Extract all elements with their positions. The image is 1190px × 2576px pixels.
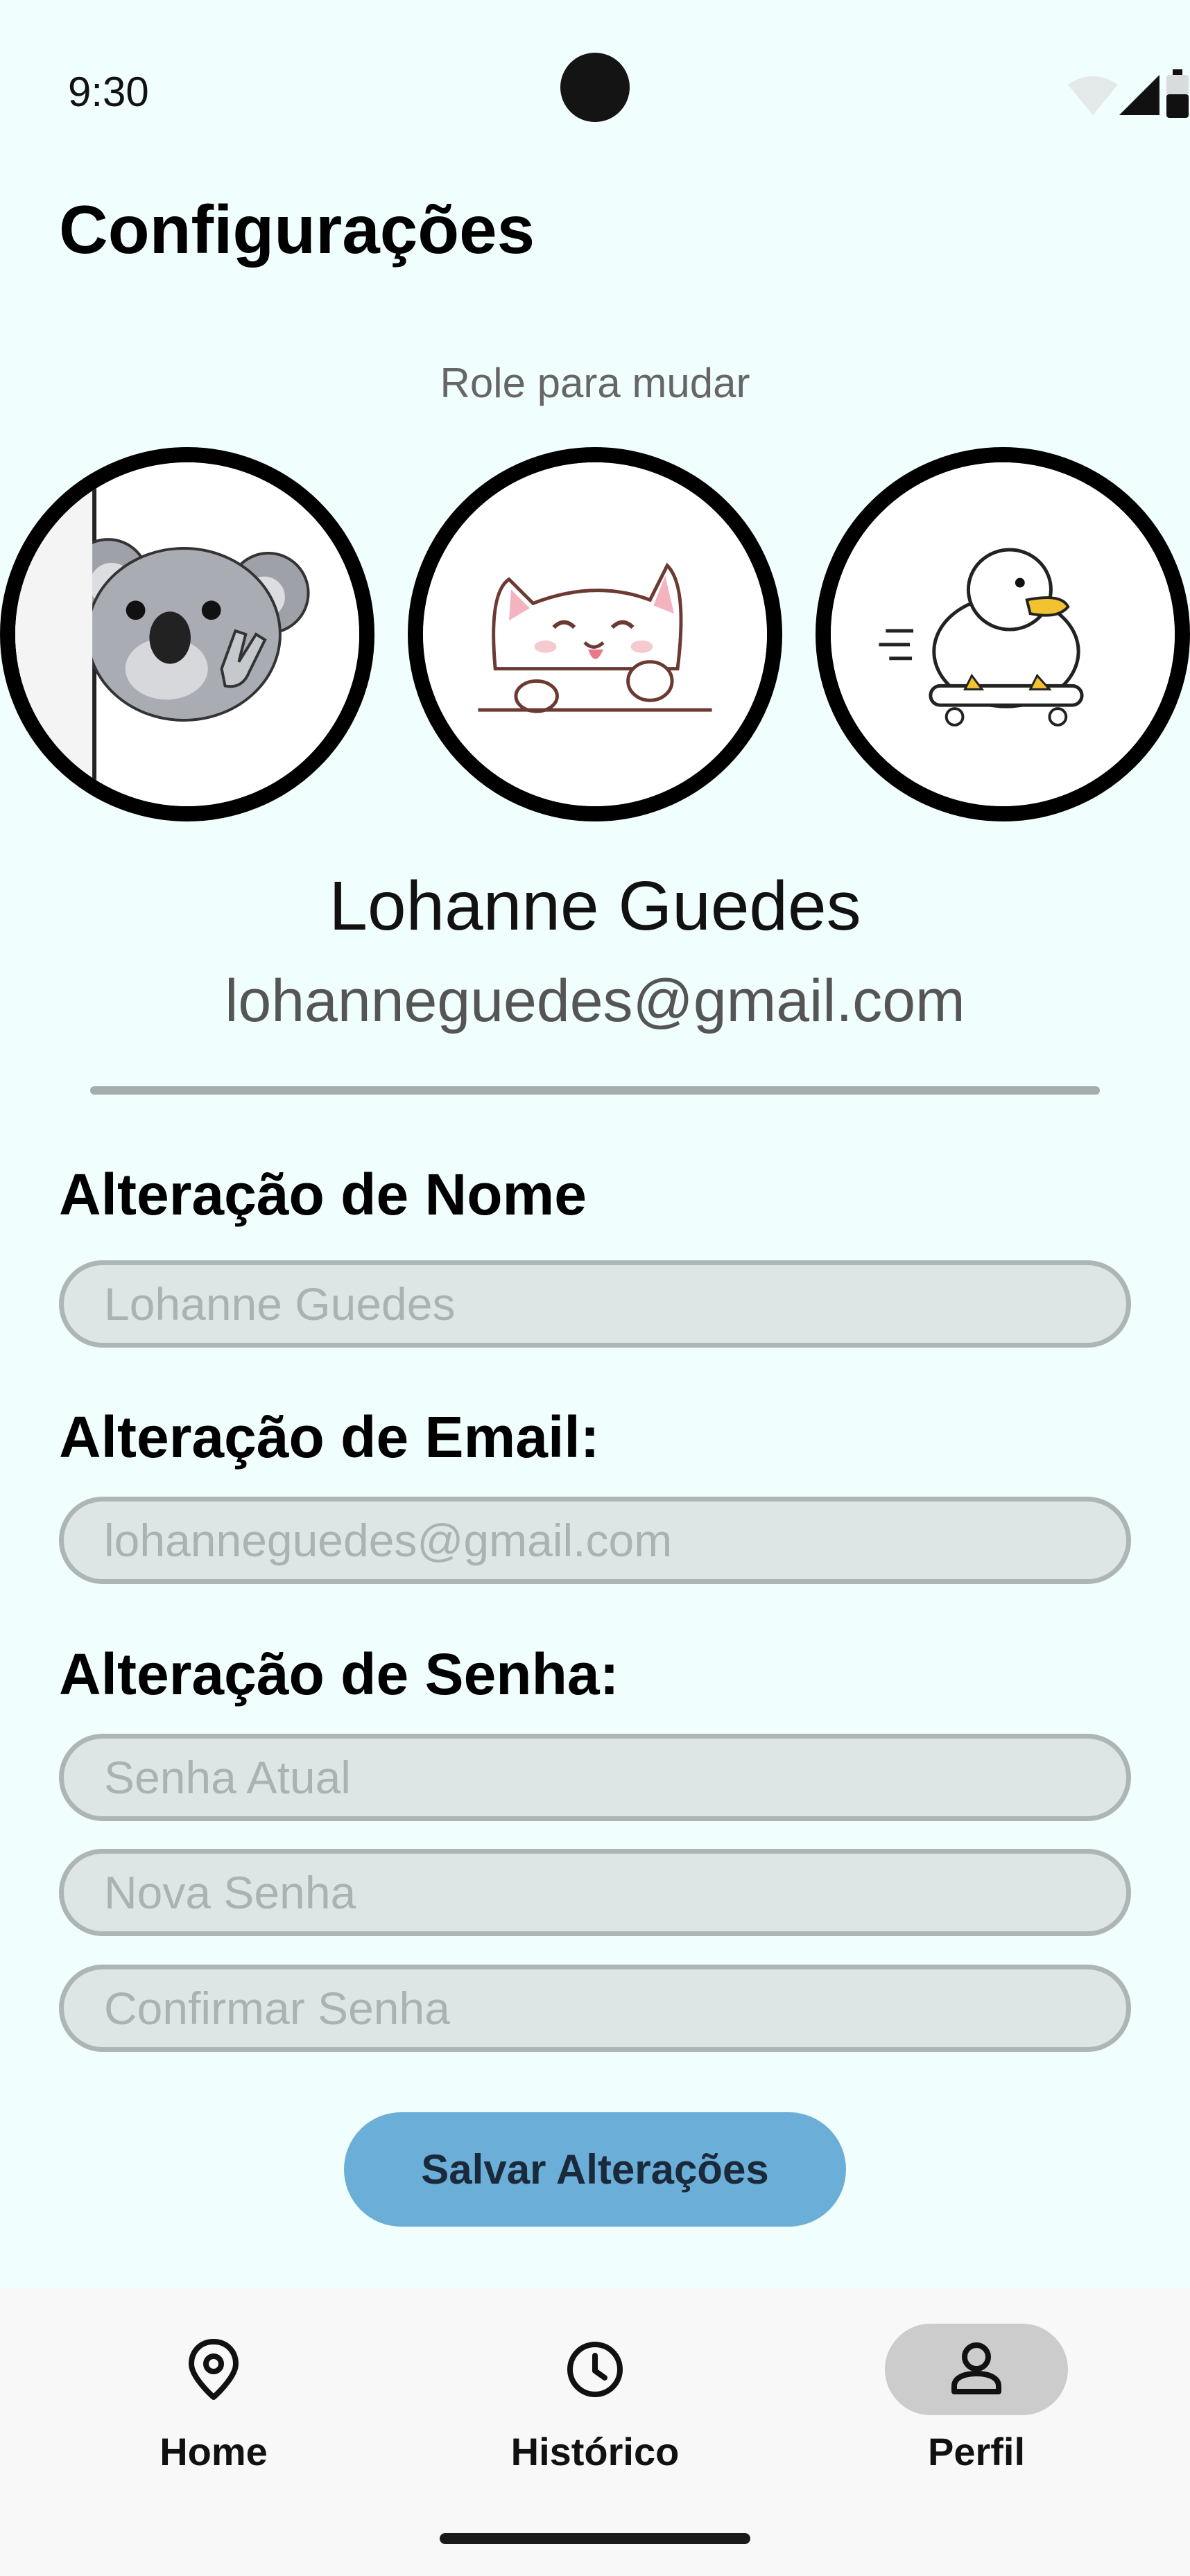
status-icons (982, 69, 1190, 125)
profile-email: lohanneguedes@gmail.com (225, 968, 965, 1034)
nav-label-history: Histórico (510, 2430, 680, 2473)
confirm-password-input[interactable] (59, 1965, 1131, 2052)
nav-label-profile: Perfil (927, 2430, 1026, 2473)
current-password-input[interactable] (59, 1734, 1131, 1821)
front-camera (560, 53, 630, 122)
profile-name: Lohanne Guedes (329, 867, 861, 945)
nav-item-home[interactable]: Home (75, 2288, 352, 2496)
bottom-nav: Home Histórico Perfil (0, 2288, 1190, 2576)
clock-icon (567, 2342, 623, 2397)
battery-icon (1166, 69, 1189, 118)
nav-home-icon-wrap (122, 2324, 305, 2415)
avatar-scroll-hint: Role para mudar (440, 360, 750, 406)
email-input[interactable] (59, 1497, 1131, 1584)
nav-item-history[interactable]: Histórico (456, 2288, 734, 2496)
status-time: 9:30 (68, 69, 149, 115)
location-pin-icon (189, 2339, 239, 2400)
password-section-label: Alteração de Senha: (59, 1642, 619, 1707)
divider (90, 1086, 1100, 1095)
new-password-input[interactable] (59, 1849, 1131, 1936)
avatar-option-cat[interactable] (408, 447, 782, 821)
status-bar: 9:30 (0, 0, 1190, 139)
name-input[interactable] (59, 1260, 1131, 1348)
cat-illustration (423, 462, 767, 806)
person-icon (951, 2342, 1001, 2394)
name-section-label: Alteração de Nome (59, 1162, 587, 1227)
email-section-label: Alteração de Email: (59, 1404, 600, 1470)
home-indicator (440, 2533, 750, 2544)
avatar-option-duck[interactable] (816, 447, 1190, 821)
wifi-icon (1068, 76, 1118, 115)
koala-illustration (15, 462, 359, 806)
save-changes-button[interactable]: Salvar Alterações (344, 2112, 846, 2227)
page-title: Configurações (59, 191, 535, 268)
nav-item-profile[interactable]: Perfil (838, 2288, 1115, 2496)
signal-icon (1119, 75, 1159, 115)
duck-illustration (831, 462, 1175, 806)
nav-label-home: Home (159, 2430, 268, 2473)
avatar-option-koala[interactable] (0, 447, 374, 821)
nav-history-icon-wrap (503, 2324, 687, 2415)
nav-profile-active-pill (885, 2324, 1068, 2415)
